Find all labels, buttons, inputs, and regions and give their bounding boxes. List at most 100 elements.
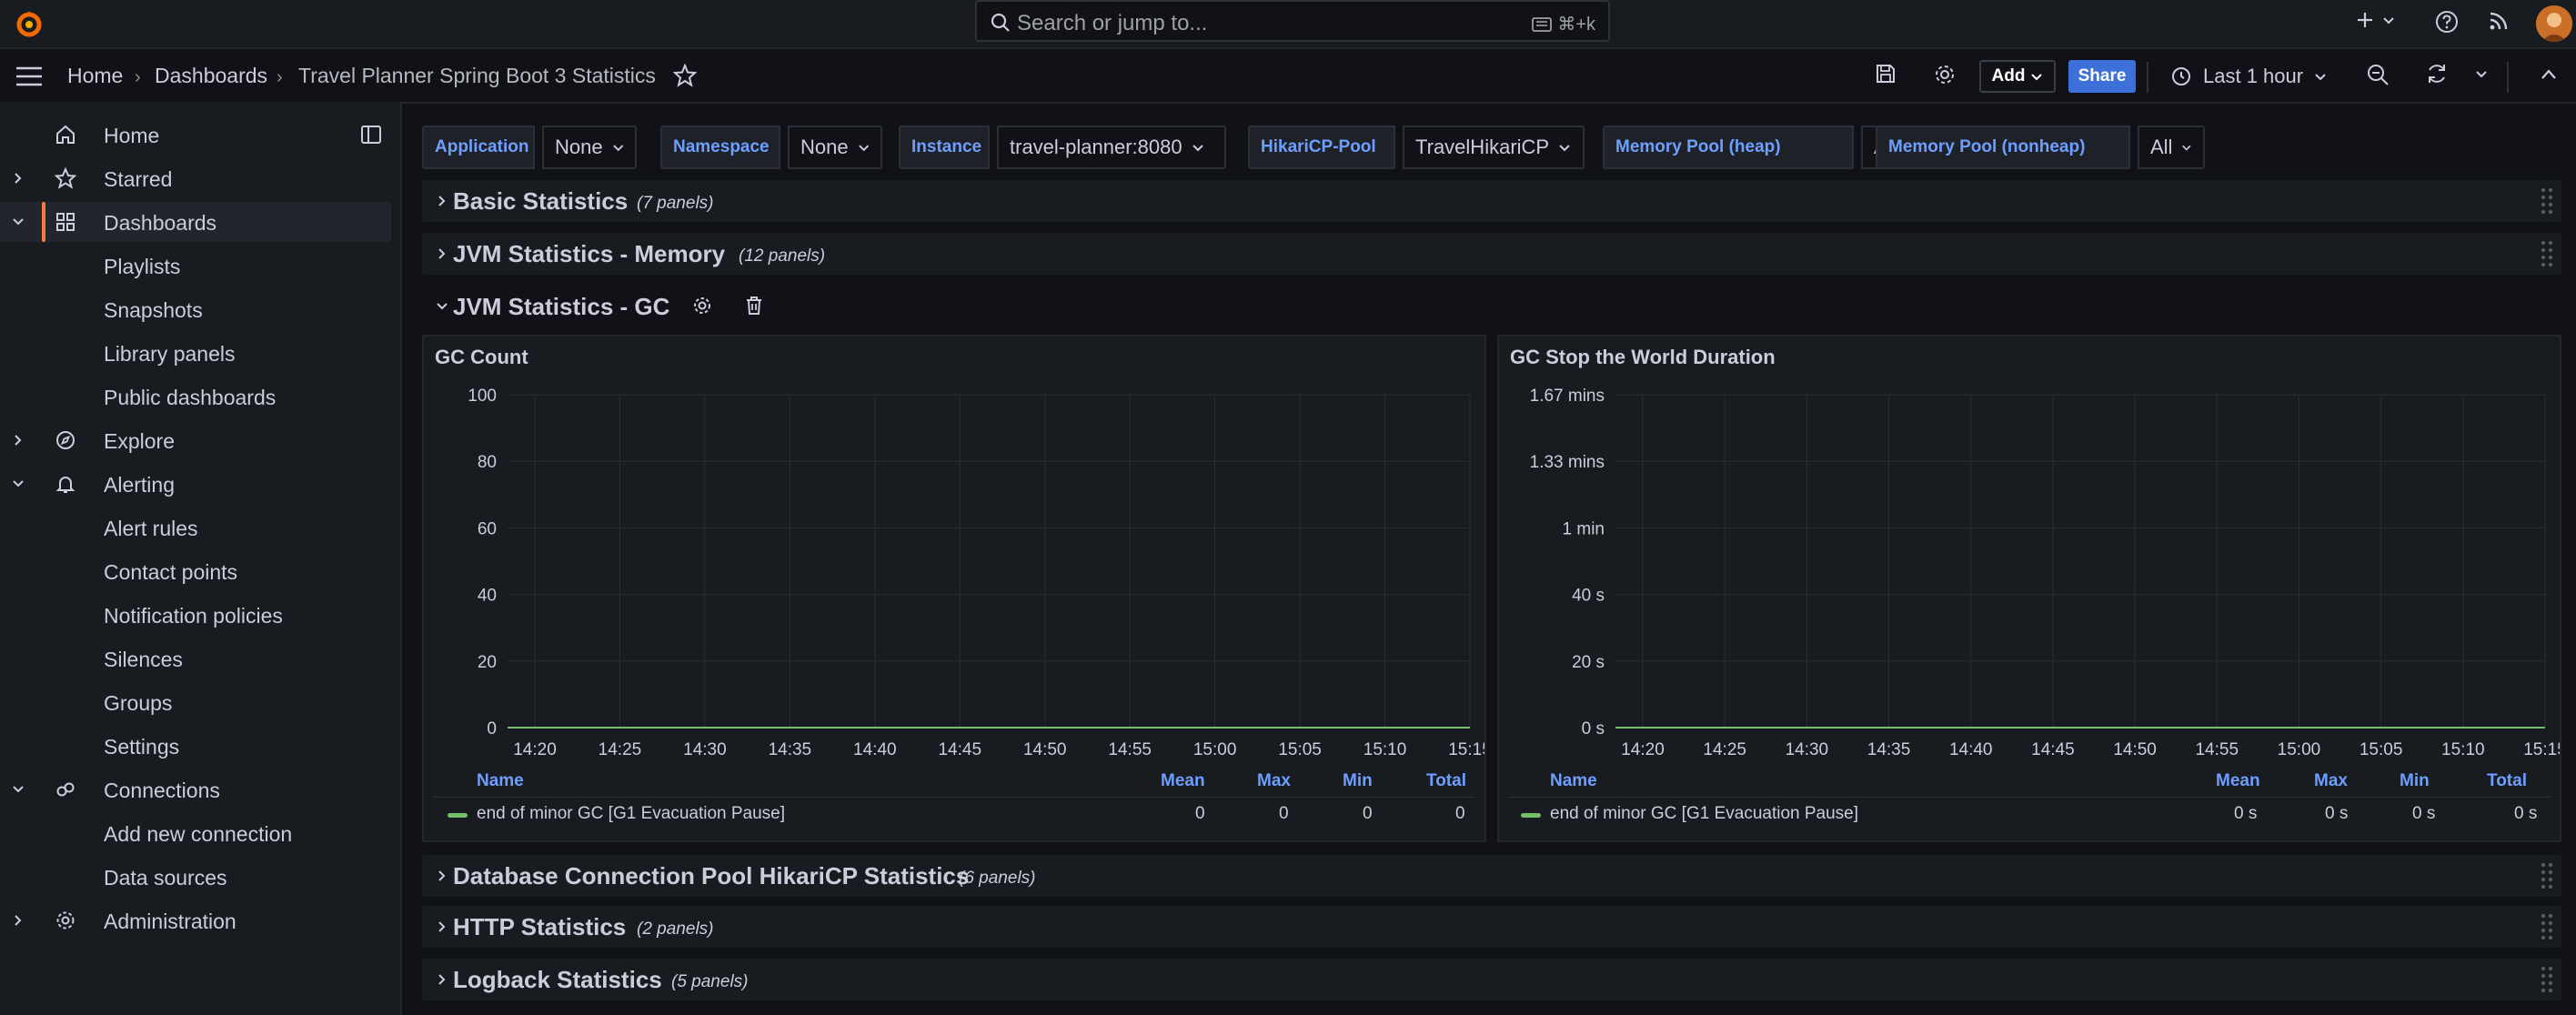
- sidebar-item-label: Alert rules: [104, 517, 198, 540]
- row-logback-statistics[interactable]: Logback Statistics (5 panels): [422, 959, 2561, 1000]
- share-button[interactable]: Share: [2068, 60, 2136, 93]
- y-tick-label: 0 s: [1582, 719, 1605, 739]
- toolbar-divider: [2507, 62, 2509, 93]
- link-icon: [56, 782, 75, 797]
- sidebar-item-notification-policies[interactable]: Notification policies: [0, 595, 391, 635]
- chevron-down-icon[interactable]: [11, 215, 25, 229]
- drag-handle-icon[interactable]: [2540, 186, 2554, 216]
- variable-select-namespace[interactable]: None: [788, 126, 882, 169]
- save-icon[interactable]: [1874, 62, 1897, 85]
- row-settings-gear-icon[interactable]: [691, 295, 713, 317]
- chevron-right-icon[interactable]: [11, 433, 25, 447]
- new-menu-button[interactable]: [2354, 9, 2396, 31]
- apps-icon: [56, 213, 75, 231]
- legend-header-mean[interactable]: Mean: [1161, 771, 1205, 791]
- breadcrumb-home[interactable]: Home: [67, 64, 123, 88]
- chevron-right-icon[interactable]: [11, 171, 25, 186]
- sidebar-item-dashboards[interactable]: Dashboards: [0, 202, 391, 242]
- legend-header-name[interactable]: Name: [477, 771, 524, 791]
- x-tick-label: 14:45: [2031, 740, 2075, 759]
- legend-header-total[interactable]: Total: [2487, 771, 2527, 791]
- y-tick-label: 100: [468, 387, 497, 406]
- legend-header-name[interactable]: Name: [1550, 771, 1597, 791]
- menu-icon[interactable]: [15, 65, 44, 87]
- y-tick-label: 80: [478, 453, 497, 472]
- legend-series-name[interactable]: end of minor GC [G1 Evacuation Pause]: [1550, 804, 1858, 824]
- legend-header-total[interactable]: Total: [1426, 771, 1466, 791]
- rss-icon[interactable]: [2487, 9, 2511, 33]
- drag-handle-icon[interactable]: [2540, 861, 2554, 890]
- drag-handle-icon[interactable]: [2540, 965, 2554, 994]
- legend-header-max[interactable]: Max: [2314, 771, 2348, 791]
- sidebar-item-label: Public dashboards: [104, 386, 277, 409]
- row-jvm-statistics-memory[interactable]: JVM Statistics - Memory (12 panels): [422, 233, 2561, 275]
- sidebar-item-alerting[interactable]: Alerting: [0, 464, 391, 504]
- y-tick-label: 20 s: [1572, 653, 1605, 672]
- chevron-down-icon[interactable]: [11, 782, 25, 797]
- sidebar-item-playlists[interactable]: Playlists: [0, 246, 391, 286]
- row-title: JVM Statistics - GC: [453, 293, 670, 320]
- variable-select-instance[interactable]: travel-planner:8080: [997, 126, 1226, 169]
- sidebar-item-silences[interactable]: Silences: [0, 638, 391, 678]
- sidebar-item-data-sources[interactable]: Data sources: [0, 857, 391, 897]
- panel-gc-stop-the-world-duration[interactable]: GC Stop the World Duration 0 s 20 s 40 s 1 …: [1497, 335, 2561, 842]
- legend-header-mean[interactable]: Mean: [2216, 771, 2260, 791]
- sidebar-item-snapshots[interactable]: Snapshots: [0, 289, 391, 329]
- chevron-right-icon[interactable]: [11, 913, 25, 928]
- sidebar-item-public-dashboards[interactable]: Public dashboards: [0, 377, 391, 417]
- variable-select-application[interactable]: None: [542, 126, 637, 169]
- chevron-down-icon: [437, 303, 448, 310]
- refresh-interval-chevron-icon[interactable]: [2474, 67, 2489, 82]
- sidebar-item-library-panels[interactable]: Library panels: [0, 333, 391, 373]
- sidebar-item-starred[interactable]: Starred: [0, 158, 391, 198]
- gc-count-chart[interactable]: 0 20 40 60 80 100 14:20 14:25 14:30 14:35 14:40 14:…: [424, 373, 1484, 764]
- row-jvm-statistics-gc[interactable]: JVM Statistics - GC: [422, 286, 2561, 327]
- star-icon[interactable]: [673, 64, 697, 87]
- sidebar-item-alert-rules[interactable]: Alert rules: [0, 508, 391, 548]
- search-bar[interactable]: Search or jump to... ⌘+k: [975, 0, 1610, 42]
- legend-header-max[interactable]: Max: [1257, 771, 1291, 791]
- row-hikaricp-statistics[interactable]: Database Connection Pool HikariCP Statis…: [422, 855, 2561, 897]
- sidebar-item-home[interactable]: Home: [0, 115, 391, 155]
- gear-icon[interactable]: [1932, 62, 1957, 87]
- time-range-picker[interactable]: Last 1 hour: [2170, 60, 2327, 93]
- x-tick-label: 15:15: [2523, 740, 2560, 759]
- x-tick-label: 14:25: [599, 740, 642, 759]
- y-tick-label: 1 min: [1563, 519, 1605, 538]
- variable-select-hikaricp-pool[interactable]: TravelHikariCP: [1403, 126, 1585, 169]
- chevron-right-icon: [438, 248, 446, 259]
- row-basic-statistics[interactable]: Basic Statistics (7 panels): [422, 180, 2561, 222]
- sidebar-item-administration[interactable]: Administration: [0, 900, 391, 940]
- breadcrumb-dashboards[interactable]: Dashboards: [155, 64, 267, 88]
- legend-header-min[interactable]: Min: [1343, 771, 1373, 791]
- sidebar-item-add-new-connection[interactable]: Add new connection: [0, 813, 391, 853]
- variable-select-memory-pool-nonheap[interactable]: All: [2138, 126, 2205, 169]
- zoom-out-icon[interactable]: [2365, 62, 2390, 87]
- refresh-icon[interactable]: [2425, 62, 2449, 85]
- drag-handle-icon[interactable]: [2540, 912, 2554, 941]
- panel-gc-count[interactable]: GC Count 0 20 40 60 80 100 14:20 14:25 14:30 14:3…: [422, 335, 1486, 842]
- sidebar-item-connections[interactable]: Connections: [0, 769, 391, 809]
- x-tick-label: 15:15: [1448, 740, 1484, 759]
- avatar[interactable]: [2536, 5, 2572, 42]
- sidebar-item-groups[interactable]: Groups: [0, 682, 391, 722]
- drag-handle-icon[interactable]: [2540, 239, 2554, 268]
- trash-icon[interactable]: [744, 295, 764, 317]
- row-http-statistics[interactable]: HTTP Statistics (2 panels): [422, 906, 2561, 948]
- grafana-logo-icon[interactable]: [13, 7, 45, 40]
- gc-stop-the-world-chart[interactable]: 0 s 20 s 40 s 1 min 1.33 mins 1.67 mins 14:20 1…: [1499, 373, 2560, 764]
- sidebar-item-settings[interactable]: Settings: [0, 726, 391, 766]
- add-button[interactable]: Add: [1979, 60, 2056, 93]
- sidebar-item-contact-points[interactable]: Contact points: [0, 551, 391, 591]
- legend-series-swatch: [448, 813, 468, 818]
- x-tick-label: 14:25: [1703, 740, 1746, 759]
- chevron-up-icon[interactable]: [2540, 65, 2558, 84]
- chevron-down-icon[interactable]: [11, 477, 25, 491]
- x-tick-label: 15:10: [1363, 740, 1407, 759]
- legend-header-min[interactable]: Min: [2400, 771, 2430, 791]
- help-icon[interactable]: [2434, 9, 2460, 35]
- plus-icon: [2358, 13, 2372, 27]
- sidebar-item-explore[interactable]: Explore: [0, 420, 391, 460]
- legend-series-name[interactable]: end of minor GC [G1 Evacuation Pause]: [477, 804, 785, 824]
- star-icon: [55, 167, 76, 189]
